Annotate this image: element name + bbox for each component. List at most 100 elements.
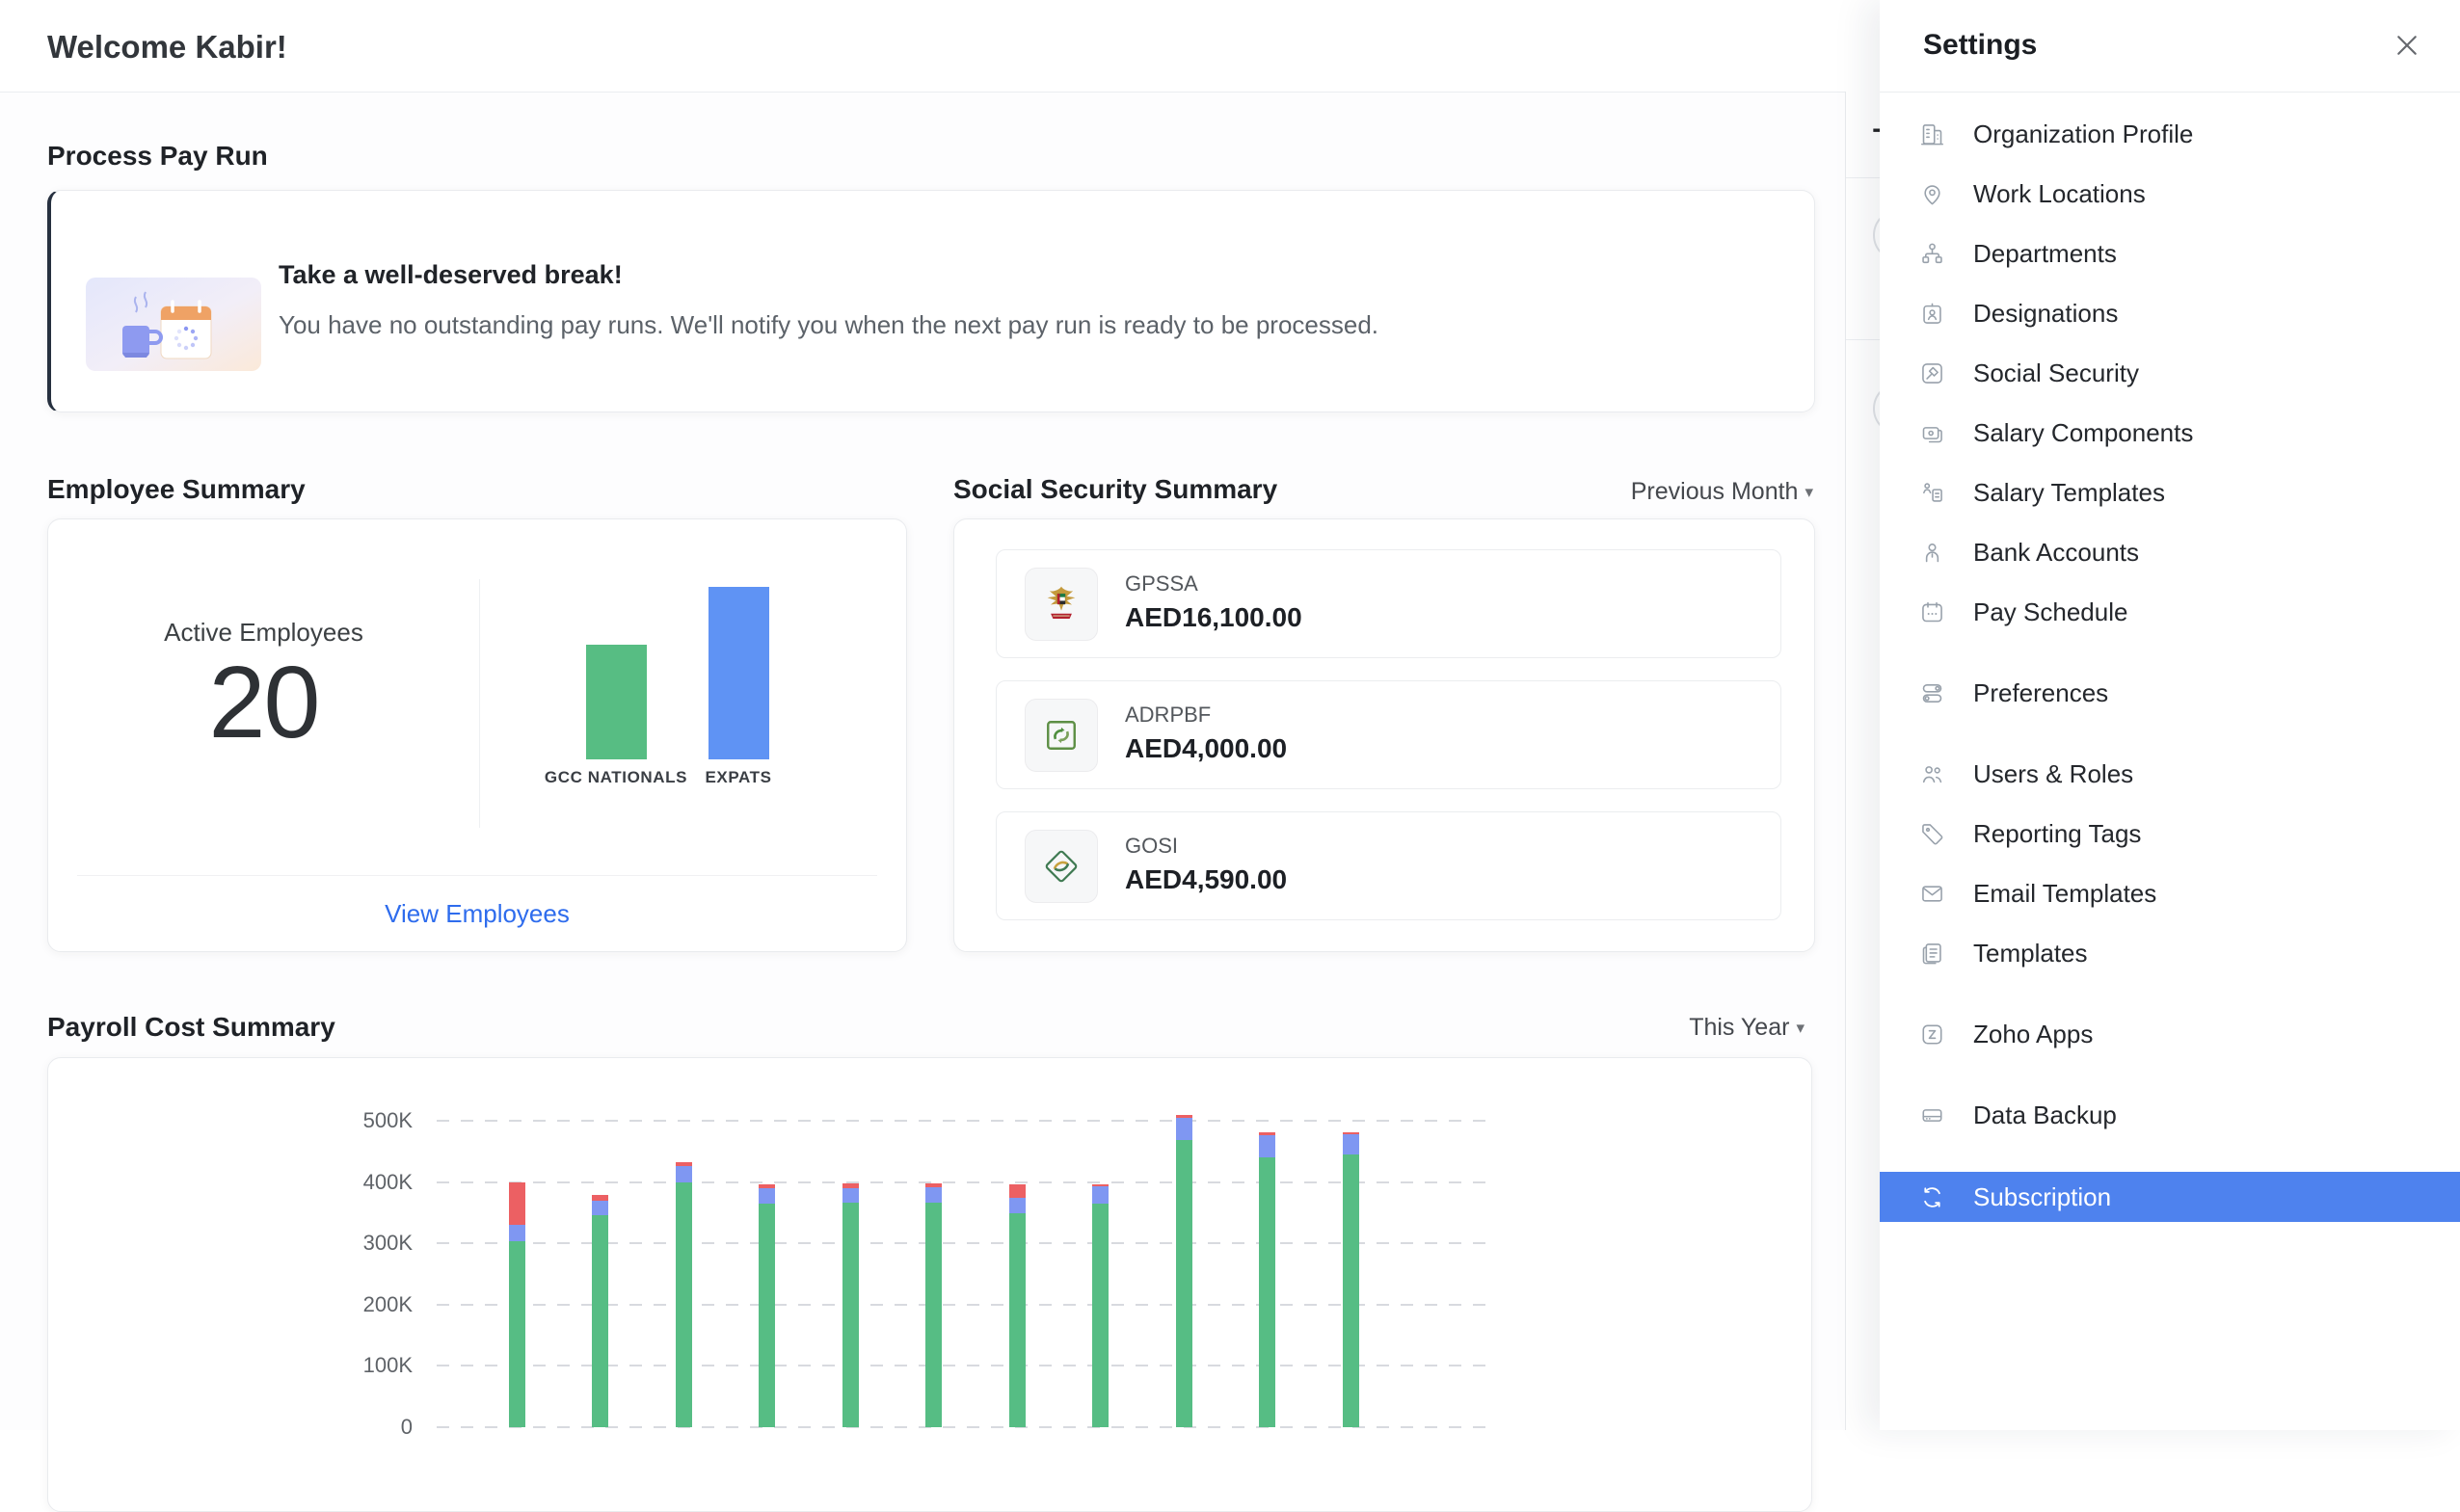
previous-month-dropdown[interactable]: Previous Month ▾ xyxy=(1631,478,1813,506)
designations-icon xyxy=(1919,301,1945,327)
social-item-amount: AED4,590.00 xyxy=(1125,864,1287,895)
settings-item-pay-schedule[interactable]: Pay Schedule xyxy=(1880,582,2460,642)
preferences-icon xyxy=(1919,680,1945,706)
settings-item-templates[interactable]: Templates xyxy=(1880,923,2460,983)
main-content: Process Pay Run Take a well-deserved bre… xyxy=(0,93,1845,1430)
settings-item-data-backup[interactable]: Data Backup xyxy=(1880,1085,2460,1145)
settings-header: Settings xyxy=(1880,0,2460,93)
social-security-card: GPSSAAED16,100.00 ADRPBFAED4,000.00 GOSIAE… xyxy=(953,518,1815,952)
active-employees-count: 20 xyxy=(48,645,479,761)
settings-item-organization-profile[interactable]: Organization Profile xyxy=(1880,104,2460,164)
side-strip: T xyxy=(1845,92,1885,1430)
payroll-bar-9 xyxy=(1176,1115,1192,1427)
settings-item-label: Templates xyxy=(1973,939,2088,968)
payroll-bar-segment-middle xyxy=(1176,1118,1192,1141)
employee-summary-card: Active Employees 20 GCC NATIONALSEXPATS … xyxy=(47,518,907,952)
settings-item-label: Email Templates xyxy=(1973,879,2156,909)
payroll-bar-segment-top xyxy=(1176,1115,1192,1118)
settings-title: Settings xyxy=(1923,29,2037,62)
chevron-down-icon: ▾ xyxy=(1796,1019,1805,1037)
gosi-logo-icon xyxy=(1025,830,1098,903)
settings-item-salary-components[interactable]: Salary Components xyxy=(1880,403,2460,463)
settings-item-designations[interactable]: Designations xyxy=(1880,283,2460,343)
settings-item-salary-templates[interactable]: Salary Templates xyxy=(1880,463,2460,522)
horizontal-divider xyxy=(77,875,877,876)
bar-label-expats: EXPATS xyxy=(642,768,835,787)
payroll-bar-10 xyxy=(1259,1132,1275,1427)
payroll-bar-segment-top xyxy=(1343,1132,1359,1135)
pay-schedule-icon xyxy=(1919,599,1945,625)
payroll-bar-1 xyxy=(509,1182,525,1427)
social-item-name: GPSSA xyxy=(1125,571,1198,597)
active-employees-label: Active Employees xyxy=(48,618,479,648)
settings-list: Organization Profile Work Locations Depart… xyxy=(1880,93,2460,1222)
email-templates-icon xyxy=(1919,881,1945,907)
settings-item-label: Bank Accounts xyxy=(1973,538,2139,568)
zoho-apps-icon xyxy=(1919,1021,1945,1048)
settings-item-label: Subscription xyxy=(1973,1182,2111,1212)
settings-item-subscription[interactable]: Subscription xyxy=(1880,1172,2460,1222)
payroll-bar-segment-top xyxy=(1259,1132,1275,1135)
topbar: Welcome Kabir! xyxy=(0,0,1880,93)
social-security-heading: Social Security Summary xyxy=(953,474,1277,505)
payroll-bar-segment-base xyxy=(1343,1154,1359,1427)
bar-expats xyxy=(709,587,769,759)
settings-item-bank-accounts[interactable]: Bank Accounts xyxy=(1880,522,2460,582)
payroll-bar-segment-middle xyxy=(1092,1186,1109,1204)
settings-item-label: Reporting Tags xyxy=(1973,819,2141,849)
settings-item-zoho-apps[interactable]: Zoho Apps xyxy=(1880,1004,2460,1064)
payroll-bar-6 xyxy=(925,1183,942,1427)
pay-run-card: Take a well-deserved break! You have no … xyxy=(47,190,1815,412)
pay-run-title: Take a well-deserved break! xyxy=(279,260,623,290)
settings-item-label: Zoho Apps xyxy=(1973,1020,2093,1049)
previous-month-label: Previous Month xyxy=(1631,478,1799,505)
payroll-bar-segment-middle xyxy=(1343,1134,1359,1154)
social-item-gosi: GOSIAED4,590.00 xyxy=(996,811,1781,920)
departments-icon xyxy=(1919,241,1945,267)
settings-item-label: Data Backup xyxy=(1973,1101,2117,1130)
data-backup-icon xyxy=(1919,1102,1945,1128)
this-year-label: This Year xyxy=(1689,1014,1789,1041)
this-year-dropdown[interactable]: This Year ▾ xyxy=(1689,1014,1805,1042)
users-roles-icon xyxy=(1919,761,1945,787)
settings-item-label: Departments xyxy=(1973,239,2117,269)
settings-item-label: Work Locations xyxy=(1973,179,2146,209)
payroll-bar-segment-base xyxy=(509,1241,525,1427)
divider xyxy=(1846,177,1885,178)
settings-item-label: Preferences xyxy=(1973,678,2108,708)
employee-summary-heading: Employee Summary xyxy=(47,474,306,505)
settings-item-label: Social Security xyxy=(1973,358,2139,388)
pay-run-subtitle: You have no outstanding pay runs. We'll … xyxy=(279,310,1378,340)
payroll-bar-segment-middle xyxy=(1009,1198,1026,1214)
payroll-bar-7 xyxy=(1009,1184,1026,1427)
payroll-bar-5 xyxy=(842,1183,859,1427)
payroll-bar-3 xyxy=(676,1162,692,1427)
payroll-bar-segment-base xyxy=(1092,1204,1109,1427)
close-button[interactable] xyxy=(2391,29,2423,62)
payroll-bar-segment-top xyxy=(509,1182,525,1225)
vertical-divider xyxy=(479,579,480,828)
settings-item-departments[interactable]: Departments xyxy=(1880,224,2460,283)
bar-gcc-nationals xyxy=(586,645,647,759)
payroll-bar-segment-top xyxy=(1092,1184,1109,1187)
chevron-down-icon: ▾ xyxy=(1805,483,1813,501)
settings-item-preferences[interactable]: Preferences xyxy=(1880,663,2460,723)
settings-item-work-locations[interactable]: Work Locations xyxy=(1880,164,2460,224)
settings-item-social-security[interactable]: Social Security xyxy=(1880,343,2460,403)
payroll-bar-segment-top xyxy=(925,1183,942,1187)
payroll-chart-card: 500K400K300K200K100K0 xyxy=(47,1057,1812,1512)
payroll-bar-segment-middle xyxy=(1259,1135,1275,1156)
settings-item-email-templates[interactable]: Email Templates xyxy=(1880,863,2460,923)
view-employees-link[interactable]: View Employees xyxy=(48,899,906,929)
payroll-bar-segment-middle xyxy=(676,1166,692,1183)
payroll-bar-segment-middle xyxy=(509,1225,525,1241)
settings-item-reporting-tags[interactable]: Reporting Tags xyxy=(1880,804,2460,863)
payroll-bar-segment-base xyxy=(592,1215,608,1427)
payroll-bar-8 xyxy=(1092,1184,1109,1427)
social-item-gpssa: GPSSAAED16,100.00 xyxy=(996,549,1781,658)
process-pay-run-heading: Process Pay Run xyxy=(47,141,268,172)
social-item-adrpbf: ADRPBFAED4,000.00 xyxy=(996,680,1781,789)
settings-item-users-roles[interactable]: Users & Roles xyxy=(1880,744,2460,804)
y-axis-label-100K: 100K xyxy=(48,1351,413,1380)
payroll-bar-segment-base xyxy=(925,1203,942,1427)
